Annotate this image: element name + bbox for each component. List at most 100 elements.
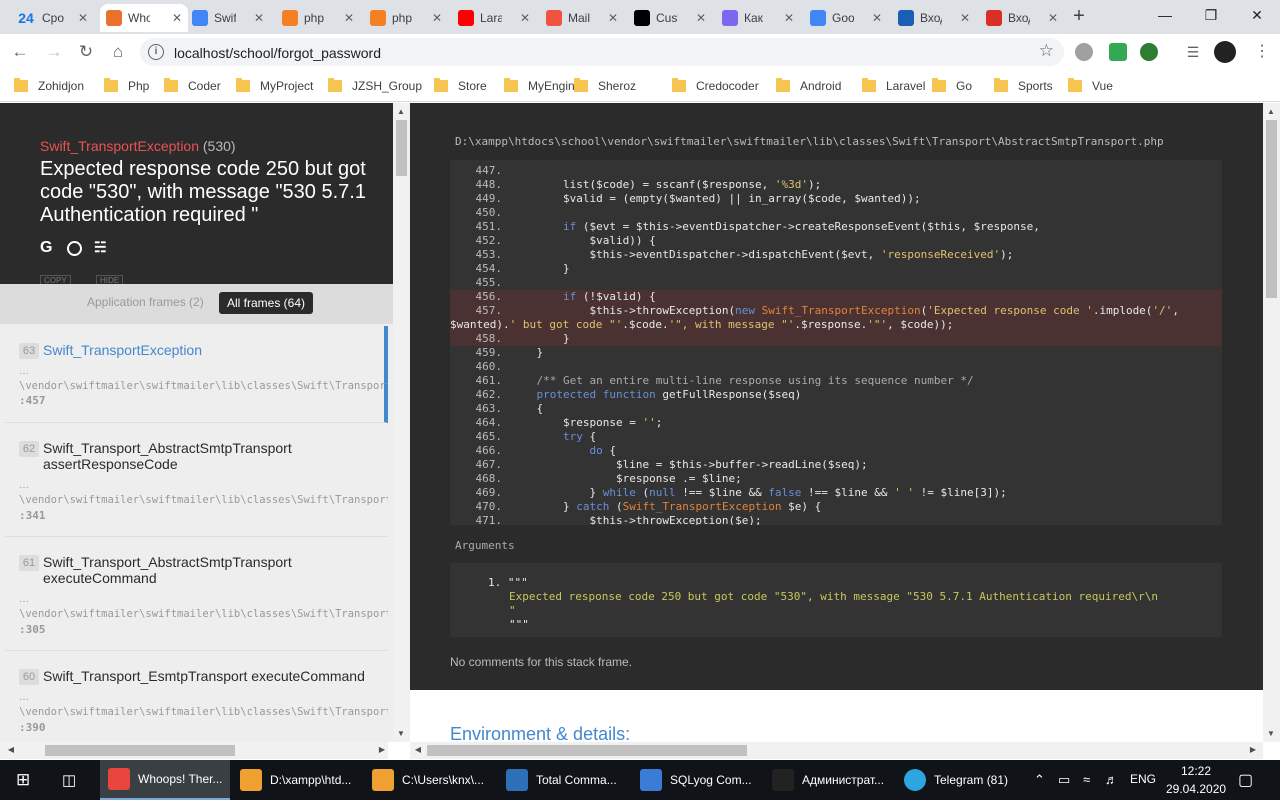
menu-kebab-icon[interactable]: ⋮ bbox=[1250, 40, 1274, 64]
media-control-icon[interactable]: ☰ bbox=[1184, 43, 1202, 61]
tab-close-icon[interactable]: ✕ bbox=[696, 11, 706, 25]
scrollbar-thumb[interactable] bbox=[1266, 120, 1277, 298]
bookmark-folder[interactable]: Coder bbox=[164, 77, 221, 95]
stackoverflow-icon[interactable]: ☵ bbox=[94, 239, 107, 256]
extension-icon[interactable] bbox=[1075, 43, 1093, 61]
forward-icon[interactable]: → bbox=[42, 40, 66, 64]
frame-item[interactable]: 60 Swift_Transport_EsmtpTransport execut… bbox=[5, 652, 388, 742]
scroll-up-arrow-icon[interactable]: ▲ bbox=[395, 107, 407, 116]
taskbar-app[interactable]: SQLyog Com... bbox=[632, 760, 762, 800]
browser-tab[interactable]: 24 Cpo ✕ bbox=[10, 4, 94, 32]
network-icon[interactable]: ≈ bbox=[1083, 772, 1090, 787]
frame-item[interactable]: 62 Swift_Transport_AbstractSmtpTransport… bbox=[5, 424, 388, 537]
browser-tab[interactable]: php ✕ bbox=[276, 4, 360, 32]
back-icon[interactable]: ← bbox=[8, 40, 32, 64]
bookmark-star-icon[interactable]: ☆ bbox=[1039, 41, 1054, 61]
tab-close-icon[interactable]: ✕ bbox=[520, 11, 530, 25]
taskbar-app[interactable]: Total Comma... bbox=[498, 760, 630, 800]
bookmark-folder[interactable]: Zohidjon bbox=[14, 77, 84, 95]
google-search-icon[interactable]: G bbox=[40, 239, 52, 257]
bookmark-folder[interactable]: Sheroz bbox=[574, 77, 636, 95]
maximize-button[interactable]: ❐ bbox=[1188, 0, 1234, 30]
taskbar-app[interactable]: C:\Users\knx\... bbox=[364, 760, 496, 800]
tab-close-icon[interactable]: ✕ bbox=[608, 11, 618, 25]
taskbar-app[interactable]: Whoops! Ther... bbox=[100, 760, 230, 800]
frame-item[interactable]: 63 Swift_TransportException … \vendor\sw… bbox=[5, 326, 388, 423]
site-info-icon[interactable]: i bbox=[148, 44, 164, 60]
browser-tab[interactable]: Goo ✕ bbox=[804, 4, 888, 32]
browser-tab[interactable]: Вход ✕ bbox=[980, 4, 1064, 32]
scrollbar-thumb[interactable] bbox=[427, 745, 747, 756]
url-text[interactable]: localhost/school/forgot_password bbox=[174, 45, 381, 61]
new-tab-button[interactable]: + bbox=[1068, 5, 1090, 27]
duckduckgo-icon[interactable] bbox=[67, 241, 82, 256]
tab-close-icon[interactable]: ✕ bbox=[344, 11, 354, 25]
close-window-button[interactable]: ✕ bbox=[1234, 0, 1280, 30]
scroll-up-arrow-icon[interactable]: ▲ bbox=[1265, 107, 1277, 116]
page-horizontal-scrollbar[interactable]: ◀ ▶ bbox=[410, 742, 1263, 759]
scroll-down-arrow-icon[interactable]: ▼ bbox=[1265, 729, 1277, 738]
frames-horizontal-scrollbar[interactable]: ◀ ▶ bbox=[5, 742, 388, 759]
scrollbar-thumb[interactable] bbox=[396, 120, 407, 176]
volume-icon[interactable]: ♬ bbox=[1105, 772, 1118, 787]
language-indicator[interactable]: ENG bbox=[1130, 772, 1156, 786]
left-vertical-scrollbar[interactable]: ▲ ▼ bbox=[393, 103, 410, 742]
bookmark-folder[interactable]: JZSH_Group bbox=[328, 77, 422, 95]
scroll-right-arrow-icon[interactable]: ▶ bbox=[376, 745, 388, 754]
bookmark-folder[interactable]: Go bbox=[932, 77, 972, 95]
clock-time[interactable]: 12:22 bbox=[1181, 764, 1211, 778]
tab-close-icon[interactable]: ✕ bbox=[432, 11, 442, 25]
tab-close-icon[interactable]: ✕ bbox=[1048, 11, 1058, 25]
frame-item[interactable]: 61 Swift_Transport_AbstractSmtpTransport… bbox=[5, 538, 388, 651]
tab-close-icon[interactable]: ✕ bbox=[254, 11, 264, 25]
bookmark-folder[interactable]: MyProject bbox=[236, 77, 313, 95]
clock-date[interactable]: 29.04.2020 bbox=[1166, 782, 1226, 796]
bookmark-folder[interactable]: Android bbox=[776, 77, 841, 95]
application-frames-tab[interactable]: Application frames (2) bbox=[87, 295, 204, 309]
tab-close-icon[interactable]: ✕ bbox=[960, 11, 970, 25]
browser-tab[interactable]: Как ✕ bbox=[716, 4, 800, 32]
scroll-left-arrow-icon[interactable]: ◀ bbox=[412, 745, 424, 754]
scroll-left-arrow-icon[interactable]: ◀ bbox=[5, 745, 17, 754]
bookmark-folder[interactable]: Laravel bbox=[862, 77, 925, 95]
browser-tab[interactable]: Вход ✕ bbox=[892, 4, 976, 32]
tab-close-icon[interactable]: ✕ bbox=[172, 11, 182, 25]
bookmark-folder[interactable]: Php bbox=[104, 77, 149, 95]
bookmark-folder[interactable]: Store bbox=[434, 77, 487, 95]
battery-icon[interactable]: ▭ bbox=[1058, 772, 1070, 788]
reload-icon[interactable]: ↻ bbox=[74, 40, 98, 64]
scroll-down-arrow-icon[interactable]: ▼ bbox=[395, 729, 407, 738]
code-snippet: 447. 448. list($code) = sscanf($response,… bbox=[450, 160, 1222, 525]
taskbar-app[interactable]: Telegram (81) bbox=[896, 760, 1016, 800]
browser-tab[interactable]: Swift ✕ bbox=[186, 4, 270, 32]
minimize-button[interactable]: — bbox=[1142, 0, 1188, 30]
tray-expand-icon[interactable]: ⌃ bbox=[1034, 772, 1045, 788]
action-center-icon[interactable]: ▢ bbox=[1238, 770, 1253, 790]
browser-tab[interactable]: Cust ✕ bbox=[628, 4, 712, 32]
taskbar-app[interactable]: Администрат... bbox=[764, 760, 894, 800]
page-vertical-scrollbar[interactable]: ▲ ▼ bbox=[1263, 103, 1280, 742]
tab-close-icon[interactable]: ✕ bbox=[78, 11, 88, 25]
browser-tab[interactable]: Lara ✕ bbox=[452, 4, 536, 32]
browser-tab[interactable]: Mail ✕ bbox=[540, 4, 624, 32]
scrollbar-thumb[interactable] bbox=[45, 745, 235, 756]
home-icon[interactable]: ⌂ bbox=[106, 40, 130, 64]
address-bar[interactable]: i localhost/school/forgot_password ☆ bbox=[140, 38, 1064, 66]
bookmark-folder[interactable]: MyEngine bbox=[504, 77, 581, 95]
browser-tab[interactable]: Who ✕ bbox=[100, 4, 188, 32]
bookmark-folder[interactable]: Vue bbox=[1068, 77, 1113, 95]
all-frames-tab[interactable]: All frames (64) bbox=[219, 292, 314, 314]
windows-start-icon[interactable]: ⊞ bbox=[16, 770, 30, 790]
scroll-right-arrow-icon[interactable]: ▶ bbox=[1247, 745, 1259, 754]
taskbar-app[interactable]: D:\xampp\htd... bbox=[232, 760, 362, 800]
tab-close-icon[interactable]: ✕ bbox=[872, 11, 882, 25]
adblock-shield-icon[interactable] bbox=[1109, 43, 1127, 61]
bookmark-folder[interactable]: Sports bbox=[994, 77, 1053, 95]
task-view-icon[interactable]: ◫ bbox=[62, 771, 76, 789]
vpn-globe-icon[interactable] bbox=[1140, 43, 1158, 61]
browser-tab[interactable]: php ✕ bbox=[364, 4, 448, 32]
line-code: list($code) = sscanf($response, '%3d'); bbox=[510, 178, 822, 191]
profile-avatar[interactable] bbox=[1214, 41, 1236, 63]
bookmark-folder[interactable]: Credocoder bbox=[672, 77, 759, 95]
tab-close-icon[interactable]: ✕ bbox=[784, 11, 794, 25]
